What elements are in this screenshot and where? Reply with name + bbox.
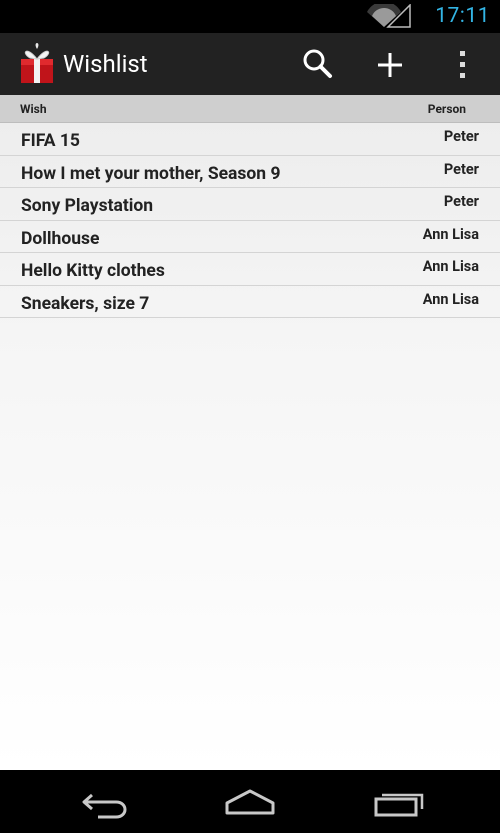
table-row[interactable]: How I met your mother, Season 9 Peter	[0, 156, 500, 188]
person-name: Peter	[443, 160, 479, 178]
search-button[interactable]	[296, 43, 340, 87]
table-row[interactable]: Sony Playstation Peter	[0, 188, 500, 221]
person-name: Peter	[443, 193, 479, 210]
wish-name: Sony Playstation	[21, 196, 154, 216]
wish-name: Sneakers, size 7	[21, 293, 150, 314]
person-name: Ann Lisa	[422, 225, 479, 243]
search-icon	[303, 49, 332, 78]
table-row[interactable]: Dollhouse Ann Lisa	[0, 221, 500, 253]
wish-name: Dollhouse	[21, 228, 100, 249]
home-icon	[225, 789, 275, 815]
wishlist-content: Wish Person FIFA 15 Peter How I met your…	[0, 95, 500, 770]
table-row[interactable]: Sneakers, size 7 Ann Lisa	[0, 286, 500, 318]
recent-apps-icon	[374, 793, 424, 817]
column-header: Wish Person	[0, 95, 500, 123]
back-icon	[82, 793, 127, 819]
status-time: 17:11	[435, 4, 490, 28]
wish-name: FIFA 15	[21, 131, 80, 151]
wifi-signal-icon	[367, 4, 411, 28]
add-button[interactable]	[368, 43, 412, 87]
overflow-menu-button[interactable]	[441, 43, 485, 87]
status-bar: 17:11	[0, 0, 500, 33]
person-name: Peter	[443, 128, 479, 145]
action-bar: Wishlist	[0, 33, 500, 96]
person-name: Ann Lisa	[422, 290, 479, 308]
gift-icon[interactable]	[18, 41, 56, 85]
recent-apps-button[interactable]	[362, 783, 432, 821]
back-button[interactable]	[70, 783, 140, 821]
add-icon	[378, 53, 402, 77]
wish-name: How I met your mother, Season 9	[21, 163, 281, 184]
table-row[interactable]: FIFA 15 Peter	[0, 123, 500, 156]
wish-name: Hello Kitty clothes	[21, 261, 165, 281]
overflow-menu-icon	[460, 51, 465, 78]
app-title: Wishlist	[63, 50, 148, 78]
navigation-bar	[0, 770, 500, 833]
column-header-person[interactable]: Person	[428, 102, 466, 116]
home-button[interactable]	[215, 783, 285, 821]
column-header-wish[interactable]: Wish	[20, 102, 47, 116]
table-row[interactable]: Hello Kitty clothes Ann Lisa	[0, 253, 500, 286]
person-name: Ann Lisa	[422, 258, 479, 275]
